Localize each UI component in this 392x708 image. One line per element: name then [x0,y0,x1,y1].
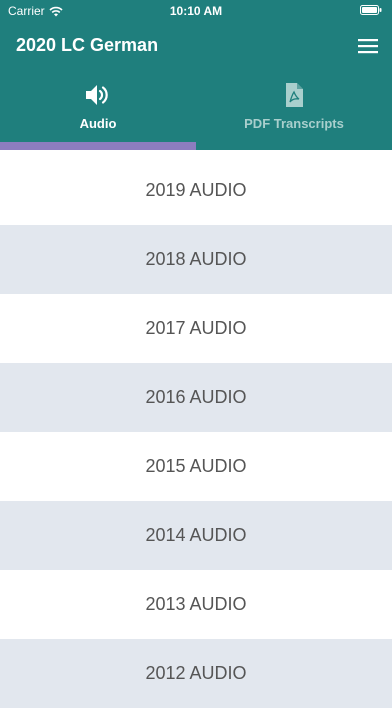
list-item-2019-audio[interactable]: 2019 AUDIO [0,156,392,225]
hamburger-menu-icon[interactable] [358,38,378,54]
list-item-2013-audio[interactable]: 2013 AUDIO [0,570,392,639]
app-header: Carrier 10:10 AM 2020 LC German Audio PD… [0,0,392,150]
tab-audio[interactable]: Audio [0,70,196,150]
status-bar: Carrier 10:10 AM [0,0,392,22]
pdf-file-icon [286,83,303,107]
title-bar: 2020 LC German [0,26,392,66]
list-item-2016-audio[interactable]: 2016 AUDIO [0,363,392,432]
audio-year-list: 2019 AUDIO 2018 AUDIO 2017 AUDIO 2016 AU… [0,156,392,708]
battery-icon [360,5,382,15]
tab-bar: Audio PDF Transcripts [0,70,392,150]
list-item-2015-audio[interactable]: 2015 AUDIO [0,432,392,501]
list-item-2018-audio[interactable]: 2018 AUDIO [0,225,392,294]
tab-audio-label: Audio [79,116,117,131]
app-title: 2020 LC German [16,35,159,55]
status-time: 10:10 AM [169,4,223,18]
tab-pdf-transcripts-label: PDF Transcripts [244,116,344,131]
list-item-2012-audio[interactable]: 2012 AUDIO [0,639,392,708]
list-item-2017-audio[interactable]: 2017 AUDIO [0,294,392,363]
list-item-2014-audio[interactable]: 2014 AUDIO [0,501,392,570]
speaker-icon [86,85,108,105]
active-tab-indicator [0,142,196,150]
tab-pdf-transcripts[interactable]: PDF Transcripts [196,70,392,150]
